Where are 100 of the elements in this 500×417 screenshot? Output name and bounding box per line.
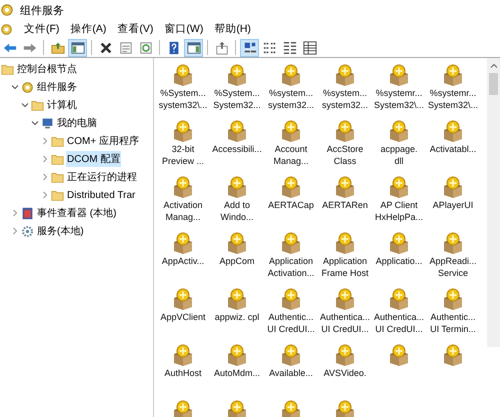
tree-item[interactable]: 正在运行的进程 [66, 169, 138, 185]
component-label[interactable]: %systemr... System32\... [374, 87, 424, 111]
collapsed-chevron-icon[interactable] [41, 137, 49, 145]
component-label[interactable]: %System... system32\... [158, 87, 208, 111]
collapsed-chevron-icon[interactable] [11, 209, 19, 217]
tree-item[interactable]: COM+ 应用程序 [66, 133, 140, 149]
component-label[interactable]: Application Frame Host [321, 255, 368, 279]
component-label[interactable]: Authentic... UI Termin... [430, 311, 476, 335]
tree-item[interactable]: 组件服务 [36, 79, 78, 95]
component-box-icon[interactable] [333, 175, 357, 199]
component-label[interactable]: AP Client HxHelpPa... [374, 199, 424, 223]
tree-item[interactable]: 事件查看器 (本地) [36, 205, 118, 221]
component-box-icon[interactable] [171, 119, 195, 143]
component-label[interactable]: AERTARen [322, 199, 368, 211]
menu-item[interactable]: 操作(A) [70, 22, 106, 36]
component-box-icon[interactable] [387, 119, 411, 143]
component-label[interactable]: %System... System32... [213, 87, 261, 111]
scrollbar-thumb[interactable] [489, 73, 498, 95]
component-label[interactable]: APlayerUI [432, 199, 474, 211]
component-box-icon[interactable] [333, 399, 357, 417]
component-box-icon[interactable] [387, 343, 411, 367]
component-box-icon[interactable] [333, 287, 357, 311]
component-box-icon[interactable] [225, 231, 249, 255]
component-box-icon[interactable] [279, 119, 303, 143]
expanded-chevron-icon[interactable] [31, 119, 39, 127]
component-box-icon[interactable] [171, 63, 195, 87]
component-label[interactable]: Authentica... UI CredUI... [320, 311, 370, 335]
menu-item[interactable]: 窗口(W) [164, 22, 204, 36]
menu-item[interactable]: 查看(V) [117, 22, 154, 36]
menu-item[interactable]: 文件(F) [24, 22, 60, 36]
component-box-icon[interactable] [279, 175, 303, 199]
app-menu-icon[interactable] [0, 22, 13, 36]
component-box-icon[interactable] [333, 343, 357, 367]
collapsed-chevron-icon[interactable] [11, 227, 19, 235]
component-box-icon[interactable] [225, 119, 249, 143]
component-box-icon[interactable] [171, 175, 195, 199]
component-label[interactable]: 32-bit Preview ... [162, 143, 204, 167]
collapsed-chevron-icon[interactable] [41, 173, 49, 181]
component-box-icon[interactable] [333, 119, 357, 143]
component-box-icon[interactable] [279, 343, 303, 367]
tree-item[interactable]: DCOM 配置 [66, 151, 122, 167]
component-label[interactable]: %system... system32... [322, 87, 368, 111]
component-box-icon[interactable] [225, 175, 249, 199]
toolbar-panel-icon[interactable] [68, 38, 87, 56]
toolbar-large-icons-icon[interactable] [240, 38, 259, 56]
component-label[interactable]: Account Manag... [273, 143, 309, 167]
component-box-icon[interactable] [441, 287, 465, 311]
component-box-icon[interactable] [441, 343, 465, 367]
component-box-icon[interactable] [387, 175, 411, 199]
component-box-icon[interactable] [387, 231, 411, 255]
component-box-icon[interactable] [225, 399, 249, 417]
component-box-icon[interactable] [441, 63, 465, 87]
scroll-up-icon[interactable] [490, 62, 498, 70]
component-label[interactable]: Applicatio... [376, 255, 422, 267]
component-label[interactable]: %systemr... System32\... [428, 87, 478, 111]
menu-item[interactable]: 帮助(H) [214, 22, 251, 36]
collapsed-chevron-icon[interactable] [41, 155, 49, 163]
component-box-icon[interactable] [225, 343, 249, 367]
component-label[interactable]: Activation Manag... [163, 199, 203, 223]
component-label[interactable]: AppVClient [160, 311, 206, 323]
component-box-icon[interactable] [171, 287, 195, 311]
component-label[interactable]: AutoMdm... [214, 367, 260, 379]
tree-item[interactable]: 计算机 [46, 97, 78, 113]
component-box-icon[interactable] [279, 231, 303, 255]
component-box-icon[interactable] [441, 231, 465, 255]
component-label[interactable]: appwiz. cpl [214, 311, 260, 323]
component-box-icon[interactable] [279, 63, 303, 87]
component-label[interactable]: AppCom [219, 255, 254, 267]
component-box-icon[interactable] [279, 287, 303, 311]
component-box-icon[interactable] [441, 175, 465, 199]
component-label[interactable]: AppReadi... Service [429, 255, 477, 279]
tree-item[interactable]: 控制台根节点 [16, 61, 78, 77]
component-box-icon[interactable] [171, 399, 195, 417]
component-box-icon[interactable] [225, 63, 249, 87]
component-box-icon[interactable] [387, 287, 411, 311]
expanded-chevron-icon[interactable] [11, 83, 19, 91]
component-box-icon[interactable] [441, 119, 465, 143]
component-box-icon[interactable] [387, 63, 411, 87]
component-label[interactable]: acppage. dll [380, 143, 418, 167]
tree-item[interactable]: 我的电脑 [56, 115, 98, 131]
tree-item[interactable]: 服务(本地) [36, 223, 85, 239]
component-label[interactable]: Add to Windo... [220, 199, 254, 223]
component-label[interactable]: AppActiv... [162, 255, 204, 267]
component-label[interactable]: AERTACap [268, 199, 314, 211]
toolbar-panel-icon[interactable] [184, 38, 203, 56]
component-box-icon[interactable] [333, 63, 357, 87]
component-label[interactable]: Accessibili... [212, 143, 262, 155]
expanded-chevron-icon[interactable] [21, 101, 29, 109]
component-label[interactable]: Activatabl... [430, 143, 476, 155]
component-label[interactable]: Available... [269, 367, 313, 379]
component-box-icon[interactable] [171, 343, 195, 367]
component-label[interactable]: Authentica... UI CredUI... [374, 311, 424, 335]
component-box-icon[interactable] [333, 231, 357, 255]
component-box-icon[interactable] [279, 399, 303, 417]
collapsed-chevron-icon[interactable] [41, 191, 49, 199]
component-box-icon[interactable] [171, 231, 195, 255]
component-label[interactable]: Authentic... UI CredUI... [267, 311, 315, 335]
component-label[interactable]: AVSVideo. [324, 367, 366, 379]
component-label[interactable]: Application Activation... [268, 255, 314, 279]
component-box-icon[interactable] [225, 287, 249, 311]
